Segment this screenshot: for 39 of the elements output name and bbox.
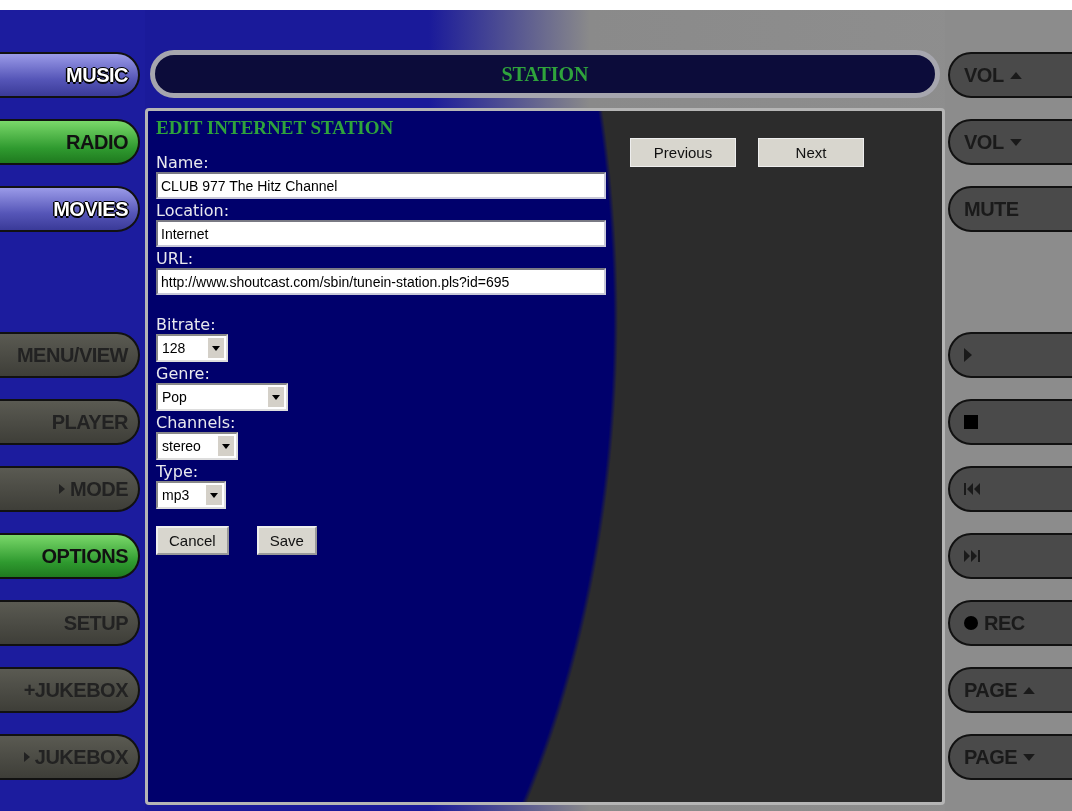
- dropdown[interactable]: stereo: [156, 432, 238, 460]
- up-arrow-icon: [1023, 686, 1036, 694]
- screen-title: STATION: [501, 62, 589, 86]
- up-arrow-icon: [1009, 71, 1022, 79]
- control-button[interactable]: [948, 399, 1072, 445]
- stop-icon: [964, 415, 978, 429]
- form-heading: EDIT INTERNET STATION: [156, 117, 395, 139]
- skip-forward-icon: [964, 550, 980, 562]
- nav-button[interactable]: MOVIES: [0, 186, 140, 232]
- pager-button[interactable]: Next: [758, 138, 864, 167]
- dropdown[interactable]: 128: [156, 334, 228, 362]
- skip-back-icon: [964, 483, 980, 495]
- control-button[interactable]: [948, 332, 1072, 378]
- nav-button[interactable]: RADIO: [0, 119, 140, 165]
- play-icon: [23, 752, 30, 762]
- control-button[interactable]: [948, 466, 1072, 512]
- play-icon: [964, 348, 972, 362]
- field-label: Genre:: [156, 364, 211, 383]
- text-input-field[interactable]: Internet: [156, 220, 606, 247]
- record-icon: [964, 616, 978, 630]
- field-label: Type:: [156, 462, 200, 481]
- form-button[interactable]: Cancel: [156, 526, 229, 555]
- field-label: Channels:: [156, 413, 237, 432]
- field-label: Bitrate:: [156, 315, 217, 334]
- play-icon: [59, 484, 65, 494]
- form-button[interactable]: Save: [256, 526, 317, 555]
- control-button[interactable]: [948, 533, 1072, 579]
- nav-button[interactable]: MUSIC: [0, 52, 140, 98]
- down-arrow-icon: [1009, 138, 1022, 146]
- field-label: URL:: [156, 249, 195, 268]
- dropdown[interactable]: Pop: [156, 383, 288, 411]
- nav-button[interactable]: OPTIONS: [0, 533, 140, 579]
- field-label: Location:: [156, 201, 231, 220]
- pager-button[interactable]: Previous: [630, 138, 736, 167]
- down-arrow-icon: [1023, 753, 1036, 761]
- text-input-field[interactable]: http://www.shoutcast.com/sbin/tunein-station.pls?id=695: [156, 268, 606, 295]
- dropdown[interactable]: mp3: [156, 481, 226, 509]
- field-label: Name:: [156, 153, 210, 172]
- text-input-field[interactable]: CLUB 977 The Hitz Channel: [156, 172, 606, 199]
